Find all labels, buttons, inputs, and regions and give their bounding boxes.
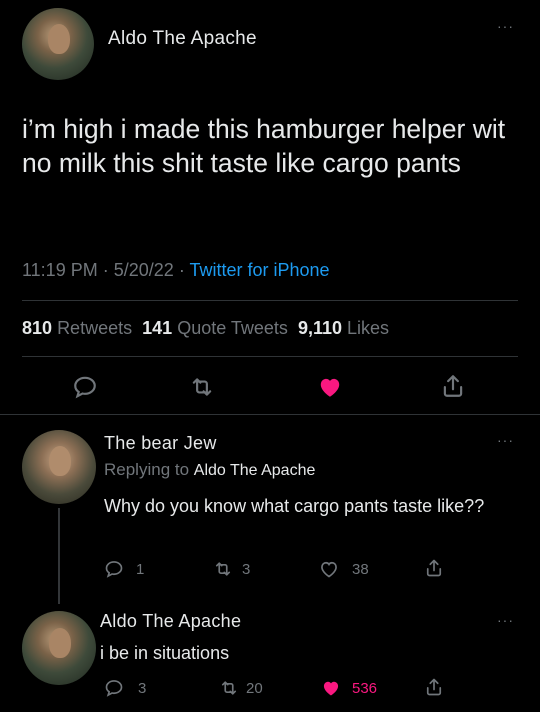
avatar[interactable]: [22, 430, 96, 504]
quotes-count: 141: [142, 318, 173, 338]
reply-icon[interactable]: [72, 374, 98, 400]
share-icon[interactable]: [424, 676, 444, 698]
tweet-time[interactable]: 11:19 PM: [22, 260, 98, 280]
quotes-stat[interactable]: 141 Quote Tweets: [142, 318, 288, 338]
heart-icon[interactable]: [318, 559, 340, 579]
thread-line: [58, 508, 60, 604]
avatar-face: [49, 446, 71, 476]
share-icon[interactable]: [440, 372, 466, 400]
like-count: 38: [352, 561, 369, 578]
share-icon[interactable]: [424, 557, 444, 579]
tweet-source[interactable]: Twitter for iPhone: [189, 260, 329, 280]
tweet-stats: 810 Retweets 141 Quote Tweets 9,110 Like…: [22, 318, 389, 339]
retweet-icon[interactable]: [218, 678, 240, 698]
reply-text: i be in situations: [100, 643, 230, 663]
more-icon[interactable]: ···: [497, 612, 514, 628]
tweet-text: i’m high i made this hamburger helper wi…: [22, 114, 506, 178]
heart-icon[interactable]: [316, 374, 344, 400]
reply-icon[interactable]: [104, 559, 124, 579]
meta-separator: ·: [102, 260, 114, 280]
replying-to: Replying to Aldo The Apache: [104, 460, 315, 480]
retweet-icon[interactable]: [212, 559, 234, 579]
avatar-face: [49, 628, 71, 658]
likes-label: Likes: [347, 318, 390, 338]
divider: [0, 414, 540, 415]
author-name[interactable]: Aldo The Apache: [108, 28, 257, 50]
retweets-count: 810: [22, 318, 53, 338]
reply-icon[interactable]: [104, 678, 124, 698]
more-icon[interactable]: ···: [497, 432, 514, 448]
avatar-face: [48, 24, 70, 54]
heart-icon[interactable]: [320, 678, 342, 698]
replying-prefix: Replying to: [104, 460, 190, 479]
meta-separator: ·: [178, 260, 190, 280]
avatar[interactable]: [22, 8, 94, 80]
retweet-count: 3: [242, 561, 251, 578]
quotes-label: Quote Tweets: [177, 318, 288, 338]
divider: [22, 300, 518, 301]
replying-to-user[interactable]: Aldo The Apache: [194, 462, 316, 479]
retweet-count: 20: [246, 680, 263, 697]
avatar[interactable]: [22, 611, 96, 685]
likes-stat[interactable]: 9,110 Likes: [298, 318, 389, 338]
likes-count: 9,110: [297, 318, 342, 338]
retweets-label: Retweets: [57, 318, 133, 338]
divider: [22, 356, 518, 357]
reply-count: 1: [136, 561, 145, 578]
author-name[interactable]: The bear Jew: [104, 433, 217, 454]
like-count: 536: [352, 680, 378, 697]
author-name[interactable]: Aldo The Apache: [100, 611, 241, 632]
reply-text: Why do you know what cargo pants taste l…: [104, 496, 485, 516]
reply-count: 3: [138, 680, 147, 697]
more-icon[interactable]: ···: [497, 18, 514, 34]
retweets-stat[interactable]: 810 Retweets: [22, 318, 132, 338]
tweet-date[interactable]: 5/20/22: [114, 260, 174, 280]
tweet-meta: 11:19 PM · 5/20/22 · Twitter for iPhone: [22, 260, 330, 281]
retweet-icon[interactable]: [188, 374, 216, 400]
